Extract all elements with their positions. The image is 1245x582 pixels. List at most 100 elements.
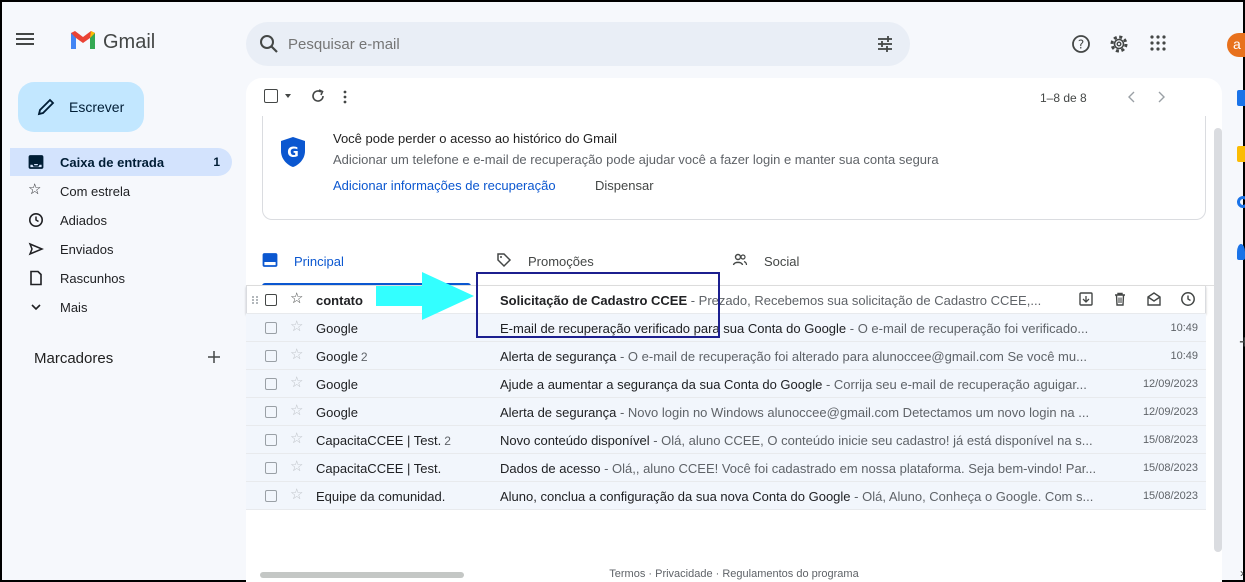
contacts-icon[interactable] [1237, 244, 1245, 260]
compose-button[interactable]: Escrever [18, 82, 144, 132]
email-row[interactable]: ☆ Equipe da comunidad. Aluno, conclua a … [246, 482, 1206, 510]
clock-icon [29, 213, 43, 227]
trash-icon[interactable] [1112, 291, 1128, 307]
help-icon[interactable]: ? [1071, 34, 1091, 54]
email-subject: Novo conteúdo disponível [500, 433, 650, 448]
labels-section-title: Marcadores [34, 350, 114, 367]
email-subject-line: Alerta de segurança - O e-mail de recupe… [500, 349, 1110, 364]
sidebar-item-sent[interactable]: Enviados [10, 235, 232, 263]
dismiss-button[interactable]: Dispensar [595, 178, 654, 193]
search-icon[interactable] [258, 33, 280, 55]
row-checkbox[interactable] [265, 322, 277, 334]
calendar-icon[interactable] [1237, 90, 1245, 106]
email-snippet: - Olá,, aluno CCEE! Você foi cadastrado … [600, 461, 1097, 476]
sidebar-item-label: Mais [60, 300, 88, 315]
email-date: 12/09/2023 [1142, 406, 1198, 418]
thread-count: 2 [444, 434, 451, 448]
email-subject-line: Novo conteúdo disponível - Olá, aluno CC… [500, 433, 1110, 448]
banner-title: Você pode perder o acesso ao histórico d… [333, 131, 618, 146]
chevron-right-icon[interactable]: › [1240, 566, 1244, 580]
thread-count: 2 [360, 350, 368, 364]
gmail-logo-icon[interactable] [69, 29, 97, 51]
more-vertical-icon[interactable] [342, 88, 348, 106]
select-all-checkbox[interactable] [264, 89, 278, 103]
account-avatar[interactable]: a [1227, 33, 1245, 57]
sidebar-item-more[interactable]: Mais [10, 293, 232, 321]
email-snippet: - Novo login no Windows alunoccee@gmail.… [616, 405, 1090, 420]
search-input[interactable] [288, 34, 808, 54]
star-icon[interactable]: ☆ [290, 431, 306, 447]
vertical-scrollbar[interactable] [1214, 128, 1222, 552]
archive-icon[interactable] [1078, 291, 1094, 307]
main-menu-button[interactable] [16, 30, 38, 52]
footer-links[interactable]: Termos · Privacidade · Regulamentos do p… [246, 568, 1222, 580]
row-checkbox[interactable] [265, 378, 277, 390]
caret-down-icon[interactable] [284, 92, 292, 100]
email-row[interactable]: ☆ Google 2 Alerta de segurança - O e-mail… [246, 342, 1206, 370]
email-sender: Google [316, 321, 358, 336]
refresh-icon[interactable] [309, 87, 327, 105]
settings-gear-icon[interactable] [1108, 33, 1130, 55]
star-icon[interactable]: ☆ [290, 347, 306, 363]
unread-count: 1 [213, 155, 220, 169]
row-checkbox[interactable] [265, 462, 277, 474]
sidebar-item-starred[interactable]: ☆ Com estrela [10, 177, 232, 205]
email-row[interactable]: ☆ Google Ajude a aumentar a segurança da… [246, 370, 1206, 398]
email-sender: Google [316, 405, 358, 420]
snooze-clock-icon[interactable] [1180, 291, 1196, 307]
google-shield-icon: G [281, 137, 305, 167]
email-row[interactable]: ☆ CapacitaCCEE | Test. 2 Novo conteúdo di… [246, 426, 1206, 454]
email-subject-line: Dados de acesso - Olá,, aluno CCEE! Você… [500, 461, 1110, 476]
annotation-highlight-box [476, 272, 720, 338]
email-snippet: - O e-mail de recuperação foi verificado… [846, 321, 1089, 336]
email-sender: Google [316, 377, 358, 392]
star-icon[interactable]: ☆ [290, 403, 306, 419]
annotation-arrow-icon [376, 272, 474, 320]
google-apps-icon[interactable] [1149, 34, 1167, 52]
sidebar-item-label: Enviados [60, 242, 114, 257]
add-addon-plus-icon[interactable]: + [1239, 332, 1245, 353]
tasks-icon[interactable] [1237, 196, 1245, 208]
chevron-left-icon[interactable] [1126, 90, 1138, 104]
email-snippet: - Olá, aluno CCEE, O conteúdo inicie seu… [649, 433, 1093, 448]
sidebar-item-inbox[interactable]: Caixa de entrada 1 [10, 148, 232, 176]
star-icon[interactable]: ☆ [290, 375, 306, 391]
tab-social[interactable]: Social [716, 236, 941, 286]
keep-icon[interactable] [1237, 146, 1245, 162]
email-snippet: - Corrija seu e-mail de recuperação agui… [822, 377, 1087, 392]
email-date: 12/09/2023 [1142, 378, 1198, 390]
row-checkbox[interactable] [265, 350, 277, 362]
add-recovery-info-link[interactable]: Adicionar informações de recuperação [333, 178, 556, 193]
row-checkbox[interactable] [265, 490, 277, 502]
email-subject: Dados de acesso [500, 461, 601, 476]
sidebar-item-label: Com estrela [60, 184, 131, 199]
email-row[interactable]: ☆ CapacitaCCEE | Test. Dados de acesso -… [246, 454, 1206, 482]
chevron-right-icon[interactable] [1155, 90, 1167, 104]
star-icon[interactable]: ☆ [290, 459, 306, 475]
email-row[interactable]: ☆ Google Alerta de segurança - Novo logi… [246, 398, 1206, 426]
mark-unread-icon[interactable] [1146, 291, 1162, 307]
row-checkbox[interactable] [265, 406, 277, 418]
star-icon[interactable]: ☆ [290, 487, 306, 503]
send-icon [28, 242, 44, 256]
row-hover-actions [1078, 291, 1198, 309]
chevron-down-icon [31, 304, 41, 311]
compose-label: Escrever [69, 99, 125, 115]
star-icon: ☆ [28, 181, 42, 198]
pencil-icon [37, 98, 55, 116]
search-options-icon[interactable] [874, 33, 896, 55]
add-label-plus-icon[interactable] [205, 348, 223, 366]
email-subject: Alerta de segurança [500, 349, 617, 364]
search-bar[interactable] [246, 22, 910, 66]
email-snippet: - O e-mail de recuperação foi alterado p… [616, 349, 1087, 364]
sidebar-item-drafts[interactable]: Rascunhos [10, 264, 232, 292]
email-subject: Ajude a aumentar a segurança da sua Cont… [500, 377, 823, 392]
pagination-range: 1–8 de 8 [1040, 91, 1087, 105]
row-checkbox[interactable] [265, 434, 277, 446]
email-snippet: - Prezado, Recebemos sua solicitação de … [687, 293, 1042, 308]
email-date: 15/08/2023 [1142, 434, 1198, 446]
people-icon [732, 253, 748, 266]
svg-text:G: G [287, 145, 299, 161]
sidebar-item-snoozed[interactable]: Adiados [10, 206, 232, 234]
email-date: 15/08/2023 [1142, 462, 1198, 474]
